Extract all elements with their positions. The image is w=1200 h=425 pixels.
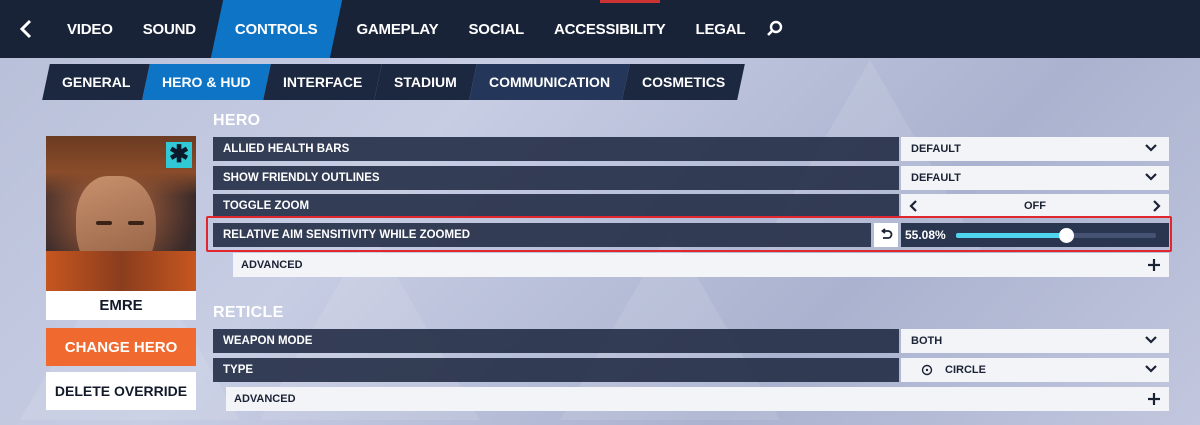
- subtab-general[interactable]: GENERAL: [42, 64, 151, 100]
- hero-advanced-expander[interactable]: ADVANCED: [233, 253, 1169, 277]
- chevron-down-icon: [1145, 365, 1157, 373]
- setting-label: TYPE: [213, 358, 899, 382]
- chevron-down-icon: [1145, 336, 1157, 344]
- highlight-box: [206, 216, 1172, 252]
- back-button[interactable]: [0, 0, 52, 58]
- search-icon: [767, 20, 783, 36]
- chevron-left-icon: [19, 19, 32, 39]
- tab-gameplay[interactable]: GAMEPLAY: [341, 0, 453, 58]
- setting-allied-health-bars: ALLIED HEALTH BARS DEFAULT: [213, 137, 1169, 161]
- tab-legal[interactable]: LEGAL: [681, 0, 761, 58]
- reticle-advanced-expander[interactable]: ADVANCED: [226, 387, 1169, 411]
- chevron-left-icon[interactable]: [909, 199, 919, 213]
- tab-controls[interactable]: CONTROLS: [210, 0, 342, 58]
- subtab-communication[interactable]: COMMUNICATION: [469, 64, 631, 100]
- override-badge-icon: ✱: [166, 142, 192, 168]
- top-accent-bar: [600, 0, 660, 3]
- tab-video[interactable]: VIDEO: [52, 0, 128, 58]
- plus-icon: [1148, 259, 1160, 271]
- setting-label: ALLIED HEALTH BARS: [213, 137, 899, 161]
- chevron-right-icon[interactable]: [1151, 199, 1161, 213]
- setting-toggle-zoom: TOGGLE ZOOM OFF: [213, 194, 1169, 218]
- subtab-hero-hud[interactable]: HERO & HUD: [142, 64, 271, 100]
- section-title-reticle: RETICLE: [213, 304, 284, 321]
- setting-reticle-type: TYPE CIRCLE: [213, 358, 1169, 382]
- delete-override-button[interactable]: DELETE OVERRIDE: [46, 372, 196, 410]
- weapon-mode-dropdown[interactable]: BOTH: [901, 329, 1169, 353]
- top-nav: VIDEO SOUND CONTROLS GAMEPLAY SOCIAL ACC…: [0, 0, 1200, 58]
- change-hero-button[interactable]: CHANGE HERO: [46, 328, 196, 366]
- hero-card: ✱ EMRE: [46, 136, 196, 320]
- subtab-stadium[interactable]: STADIUM: [374, 64, 478, 100]
- hero-name: EMRE: [99, 297, 143, 314]
- tab-social[interactable]: SOCIAL: [453, 0, 538, 58]
- setting-show-friendly-outlines: SHOW FRIENDLY OUTLINES DEFAULT: [213, 166, 1169, 190]
- reticle-type-dropdown[interactable]: CIRCLE: [901, 358, 1169, 382]
- section-title-hero: HERO: [213, 112, 261, 129]
- friendly-outlines-dropdown[interactable]: DEFAULT: [901, 166, 1169, 190]
- plus-icon: [1148, 393, 1160, 405]
- tab-sound[interactable]: SOUND: [128, 0, 211, 58]
- allied-health-bars-dropdown[interactable]: DEFAULT: [901, 137, 1169, 161]
- setting-label: SHOW FRIENDLY OUTLINES: [213, 166, 899, 190]
- circle-reticle-icon: [921, 364, 933, 376]
- chevron-down-icon: [1145, 173, 1157, 181]
- chevron-down-icon: [1145, 144, 1157, 152]
- tab-accessibility[interactable]: ACCESSIBILITY: [539, 0, 681, 58]
- toggle-zoom-selector: OFF: [901, 194, 1169, 218]
- subtab-interface[interactable]: INTERFACE: [263, 64, 383, 100]
- setting-weapon-mode: WEAPON MODE BOTH: [213, 329, 1169, 353]
- search-button[interactable]: [760, 0, 790, 58]
- setting-label: WEAPON MODE: [213, 329, 899, 353]
- sub-nav: GENERAL HERO & HUD INTERFACE STADIUM COM…: [42, 64, 746, 100]
- setting-label: TOGGLE ZOOM: [213, 194, 899, 218]
- subtab-cosmetics[interactable]: COSMETICS: [622, 64, 746, 100]
